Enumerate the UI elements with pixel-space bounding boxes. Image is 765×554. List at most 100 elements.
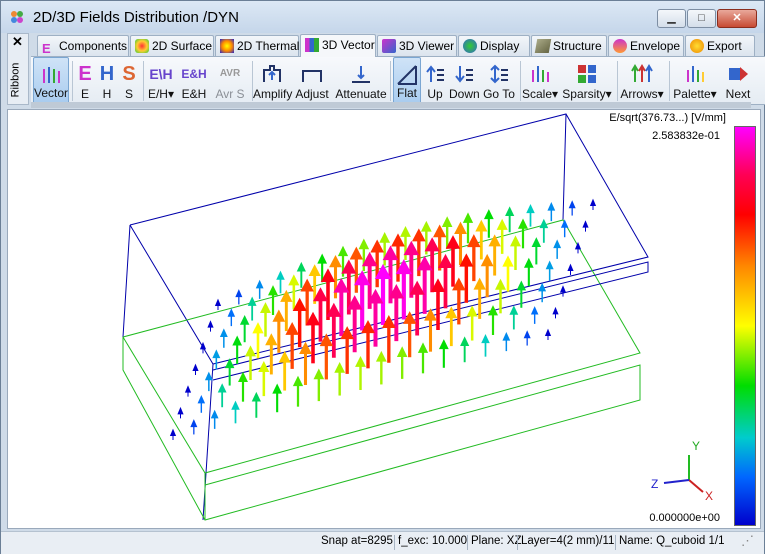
legend-max: 2.583832e-01	[652, 130, 720, 142]
tab-structure[interactable]: Structure	[531, 35, 607, 56]
field-arrow-head	[462, 212, 474, 223]
avr-s-button[interactable]: AVR Avr S	[211, 57, 249, 104]
color-scale-bar	[734, 126, 756, 526]
amplify-button[interactable]: Amplify	[253, 57, 292, 104]
ribbon-separator	[617, 61, 618, 101]
eh-button[interactable]: E&H E&H	[179, 57, 209, 104]
surface-icon	[135, 39, 149, 53]
tab-display[interactable]: Display	[458, 35, 530, 56]
vector-button[interactable]: Vector	[33, 57, 69, 104]
field-arrow-head	[396, 346, 408, 357]
s-icon: S	[122, 63, 136, 85]
scale-button[interactable]: Scale▾	[521, 57, 559, 104]
field-arrow-head	[334, 361, 346, 373]
ribbon-separator	[669, 61, 670, 101]
arrows-button[interactable]: Arrows▾	[619, 57, 665, 104]
vector-plot-view[interactable]: Y Z X E/sqrt(376.73...) [V/mm] 2.583832e…	[7, 109, 761, 529]
tab-export[interactable]: Export	[685, 35, 755, 56]
field-arrow-head	[568, 200, 576, 209]
status-separator	[394, 535, 395, 550]
ribbon-tabs: E Components 2D Surface 2D Thermal 3D Vec…	[31, 34, 765, 57]
field-arrow-head	[210, 409, 219, 419]
field-arrow-head	[288, 274, 300, 286]
field-arrow-head	[516, 280, 527, 291]
field-arrow-head	[523, 257, 534, 268]
field-arrow-head	[530, 306, 539, 315]
field-arrow-head	[552, 306, 559, 315]
close-button[interactable]: ✕	[717, 9, 757, 28]
ribbon-scrollbar[interactable]	[31, 102, 751, 108]
structure-icon	[534, 39, 552, 53]
next-button[interactable]: Next	[721, 57, 755, 104]
field-arrow-head	[239, 314, 250, 325]
sparsity-button[interactable]: Sparsity▾	[561, 57, 613, 104]
h-icon: H	[99, 63, 115, 85]
flat-button[interactable]: Flat	[393, 57, 421, 104]
tab-3d-vector[interactable]: 3D Vector	[300, 34, 376, 57]
resize-grip-icon[interactable]: ⋰	[741, 533, 754, 549]
maximize-button[interactable]: □	[687, 9, 716, 28]
status-snap: Snap at=8295	[321, 535, 393, 547]
status-name: Name: Q_cuboid 1/1	[619, 535, 725, 547]
arrow-up-icon	[426, 65, 444, 82]
status-plane: Plane: XZ	[471, 535, 522, 547]
field-arrow-head	[510, 235, 521, 247]
field-arrow-head	[475, 219, 488, 232]
tab-components[interactable]: E Components	[37, 35, 129, 56]
field-arrow-head	[227, 308, 236, 317]
field-arrow-head	[553, 239, 562, 249]
title-bar: 2D/3D Fields Distribution /DYN ▁ □ ✕	[1, 1, 764, 33]
go-to-button[interactable]: Go To	[481, 57, 517, 104]
field-arrow-head	[260, 302, 271, 314]
field-arrow-head	[217, 383, 227, 393]
ribbon-close-icon[interactable]: ✕	[12, 34, 23, 50]
field-arrow-head	[204, 371, 213, 381]
field-arrow-head	[272, 383, 283, 394]
3d-vector-field[interactable]: Y Z X	[8, 110, 760, 528]
ribbon-side-label[interactable]: Ribbon	[9, 63, 21, 98]
tab-envelope[interactable]: Envelope	[608, 35, 684, 56]
field-arrow-head	[329, 254, 342, 268]
status-separator	[517, 535, 518, 550]
tab-2d-surface[interactable]: 2D Surface	[130, 35, 214, 56]
display-icon	[463, 39, 477, 53]
legend-min: 0.000000e+00	[649, 512, 720, 524]
palette-button[interactable]: Palette▾	[671, 57, 719, 104]
vector-icon	[305, 38, 319, 52]
field-arrow-head	[358, 238, 370, 250]
field-arrow-head	[487, 305, 499, 316]
status-fexc: f_exc: 10.000	[398, 535, 468, 547]
vector-icon	[43, 67, 60, 83]
y-axis-label: Y	[692, 439, 700, 453]
tab-3d-viewer[interactable]: 3D Viewer	[377, 35, 457, 56]
adjust-icon	[302, 70, 322, 82]
field-arrow-head	[231, 400, 240, 410]
field-arrow-head	[184, 385, 192, 393]
field-arrow-head	[245, 345, 256, 357]
field-arrow-head	[308, 264, 321, 276]
field-arrow-head	[219, 328, 228, 337]
x-axis-label: X	[705, 489, 713, 503]
eh-menu-button[interactable]: E\H E/H▾	[145, 57, 177, 104]
field-arrow-head	[567, 263, 574, 271]
field-arrow-head	[272, 309, 286, 322]
h-field-button[interactable]: H H	[97, 57, 117, 104]
adjust-button[interactable]: Adjust	[293, 57, 331, 104]
attenuate-button[interactable]: Attenuate	[335, 57, 387, 104]
app-icon	[11, 11, 23, 23]
field-arrow-head	[265, 333, 278, 346]
up-button[interactable]: Up	[423, 57, 447, 104]
s-field-button[interactable]: S S	[119, 57, 139, 104]
field-arrow-head	[252, 322, 264, 334]
field-arrow-head	[169, 428, 177, 436]
tab-2d-thermal[interactable]: 2D Thermal	[215, 35, 299, 56]
field-arrow-head	[505, 206, 515, 216]
down-button[interactable]: Down	[449, 57, 480, 104]
e-field-button[interactable]: E E	[75, 57, 95, 104]
status-bar: Snap at=8295 f_exc: 10.000 Plane: XZ Lay…	[1, 531, 764, 554]
next-icon	[729, 67, 748, 81]
box-edge	[122, 224, 131, 338]
minimize-button[interactable]: ▁	[657, 9, 686, 28]
field-arrow-head	[267, 285, 279, 296]
field-arrow-head	[559, 285, 567, 293]
